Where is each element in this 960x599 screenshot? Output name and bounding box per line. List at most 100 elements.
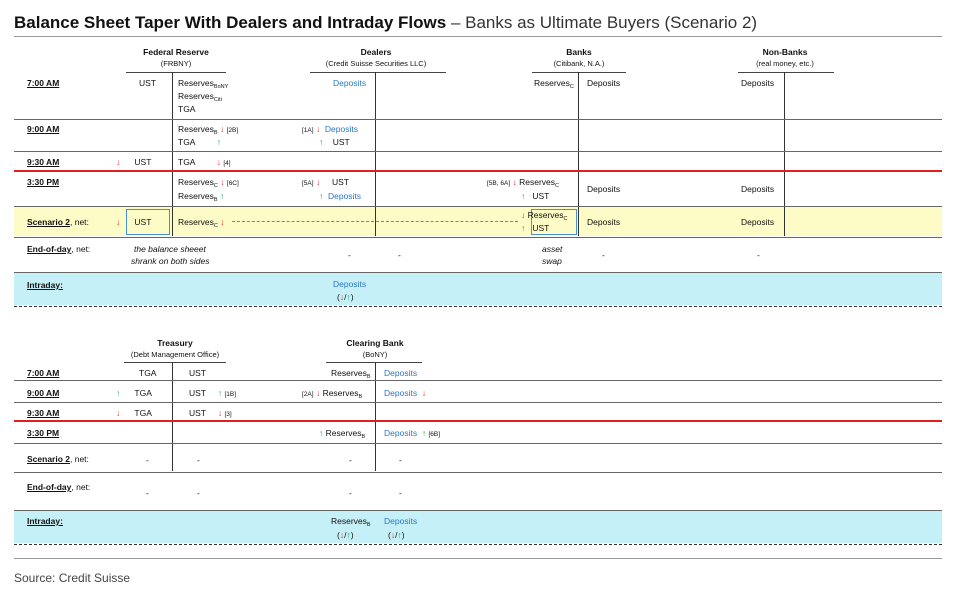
title-rest: – Banks as Ultimate Buyers (Scenario 2) <box>446 13 758 32</box>
up-arrow-icon: ↑ <box>521 191 526 201</box>
fed-reserves-b-900: ReservesB ↓ [2B] <box>178 124 238 138</box>
fed-tga-900: TGA ↑ <box>178 137 221 147</box>
fed-ust-930-label: UST <box>134 157 152 167</box>
eod-note-line2: shrank on both sides <box>131 256 210 266</box>
header-banks-sub: (Citibank, N.A.) <box>553 59 605 68</box>
fed-tga-930: TGA ↓ [4] <box>178 157 231 169</box>
row-sep-1 <box>14 119 942 120</box>
up-arrow-icon: ↑ <box>421 428 427 438</box>
treasury-tga-930: ↓ TGA <box>116 408 152 418</box>
row-label-900: 9:00 AM <box>27 124 60 134</box>
intraday-clearing-deposits-flow: (↓/↑) <box>388 530 405 540</box>
banks-reserves-c-330-sub: C <box>555 183 560 189</box>
down-arrow-icon: ↓ <box>220 177 225 187</box>
row-label-930: 9:30 AM <box>27 157 60 167</box>
down-arrow-icon: ↓ <box>315 388 321 398</box>
down-arrow-icon: ↓ <box>116 217 121 227</box>
intraday-clearing-deposits: Deposits <box>384 516 418 526</box>
row-sep-2 <box>14 151 942 152</box>
down-arrow-icon: ↓ <box>116 157 121 167</box>
treasury-tga-930-label: TGA <box>134 408 152 418</box>
down-arrow-icon: ↓ <box>315 177 321 187</box>
eod-dealers-dash-2: - <box>398 250 401 260</box>
fed-reserves-bony-700-sub: BoNY <box>213 84 229 90</box>
fed-header-rule <box>126 72 226 73</box>
row-label-intraday: Intraday: <box>27 280 63 290</box>
ref-1b: [1B] <box>224 391 236 398</box>
header-clearing-bank: Clearing Bank <box>346 338 404 348</box>
banks-header-rule <box>532 72 626 73</box>
fed-reserves-bony-700-label: Reserves <box>178 78 214 88</box>
banks-ust-330-label: UST <box>532 191 550 201</box>
row-label-eod-suffix: , net: <box>71 244 91 254</box>
eod-dealers-dash-1: - <box>348 250 351 260</box>
clearing-deposits-900-label: Deposits <box>384 388 418 398</box>
dealers-header-rule <box>310 72 446 73</box>
row-label-330: 3:30 PM <box>27 177 60 187</box>
ref-3: [3] <box>224 411 232 418</box>
eod-note-line1: the balance sheeet <box>134 244 206 254</box>
nonbanks-divider <box>784 72 785 236</box>
banks-ust-330: ↑ UST <box>521 191 549 201</box>
ref-1a: [1A] <box>302 127 314 134</box>
fed-reserves-b-900-sub: B <box>213 130 218 136</box>
treasury-tga-900: ↑ TGA <box>116 388 152 398</box>
row-label-eod-main: End-of-day <box>27 244 72 254</box>
banks-reserves-c-scenario: ↓ ReservesC <box>521 210 568 224</box>
treasury-ust-930-label: UST <box>189 408 206 418</box>
fed-tga-700: TGA <box>178 104 196 114</box>
header-dealers-sub: (Credit Suisse Securities LLC) <box>325 59 427 68</box>
down-arrow-icon: ↓ <box>421 388 427 398</box>
fed-reserves-c-330: ReservesC ↓ [6C] <box>178 177 239 191</box>
b-scen-dash-2: - <box>197 455 200 465</box>
b-row-label-scenario-suffix: , net: <box>70 454 89 464</box>
ref-6b: [6B] <box>428 431 440 438</box>
b-row-label-330: 3:30 PM <box>27 428 60 438</box>
header-treasury-sub: (Debt Management Office) <box>130 350 220 359</box>
page-title: Balance Sheet Taper With Dealers and Int… <box>14 13 757 33</box>
b-row-label-intraday: Intraday: <box>27 516 63 526</box>
nonbanks-header-rule <box>738 72 834 73</box>
reserves-transfer-dashed-line <box>232 221 518 222</box>
clearing-reserves-900: [2A] ↓ ReservesB <box>302 388 362 402</box>
header-banks: Banks <box>566 47 592 57</box>
fed-reserves-b-330-label: Reserves <box>178 191 214 201</box>
clearing-reserves-700: ReservesB <box>331 368 371 382</box>
fed-reserves-c-scenario-sub: C <box>213 223 218 229</box>
intraday-clearing-reserves-flow: (↓/↑) <box>337 530 354 540</box>
clearing-deposits-330: Deposits ↑ [6B] <box>384 428 440 440</box>
header-treasury: Treasury <box>157 338 193 348</box>
fed-reserves-b-330-sub: B <box>213 197 218 203</box>
dealers-ust-900: ↑ UST <box>319 137 350 147</box>
intraday-clearing-reserves-sub: B <box>366 522 371 528</box>
fed-reserves-b-900-label: Reserves <box>178 124 214 134</box>
b-scen-dash-1: - <box>146 455 149 465</box>
header-dealers: Dealers <box>360 47 392 57</box>
banks-reserves-700: ReservesC <box>534 78 574 92</box>
treasury-tga-700: TGA <box>139 368 157 378</box>
header-federal-reserve: Federal Reserve <box>143 47 209 57</box>
fed-ust-scenario: ↓ UST <box>116 217 151 227</box>
red-separator-top <box>14 170 942 172</box>
up-arrow-icon: ↑ <box>116 388 121 398</box>
up-arrow-icon: ↑ <box>219 191 225 201</box>
intraday-dealers-flow: (↓/↑) <box>337 292 354 302</box>
clearing-reserves-330: ↑ ReservesB <box>319 428 365 442</box>
eod-swap: swap <box>542 256 562 266</box>
header-federal-reserve-sub: (FRBNY) <box>160 59 192 68</box>
clearing-header-rule <box>326 362 422 363</box>
treasury-ust-900-label: UST <box>189 388 206 398</box>
down-arrow-icon: ↓ <box>220 217 225 227</box>
clearing-reserves-900-sub: B <box>358 394 363 400</box>
b-row-sep-4 <box>14 472 942 473</box>
row-label-scenario-suffix: , net: <box>70 217 89 227</box>
row-sep-5 <box>14 272 942 273</box>
red-separator-bottom <box>14 420 942 422</box>
clearing-reserves-700-sub: B <box>366 374 371 380</box>
fed-reserves-bony-700: ReservesBoNY <box>178 78 228 92</box>
intraday-band <box>14 273 942 305</box>
dealers-ust-330-label: UST <box>332 177 349 187</box>
b-row-label-eod-main: End-of-day <box>27 482 72 492</box>
fed-ust-930: ↓ UST <box>116 157 151 167</box>
b-row-label-eod-suffix: , net: <box>71 482 91 492</box>
